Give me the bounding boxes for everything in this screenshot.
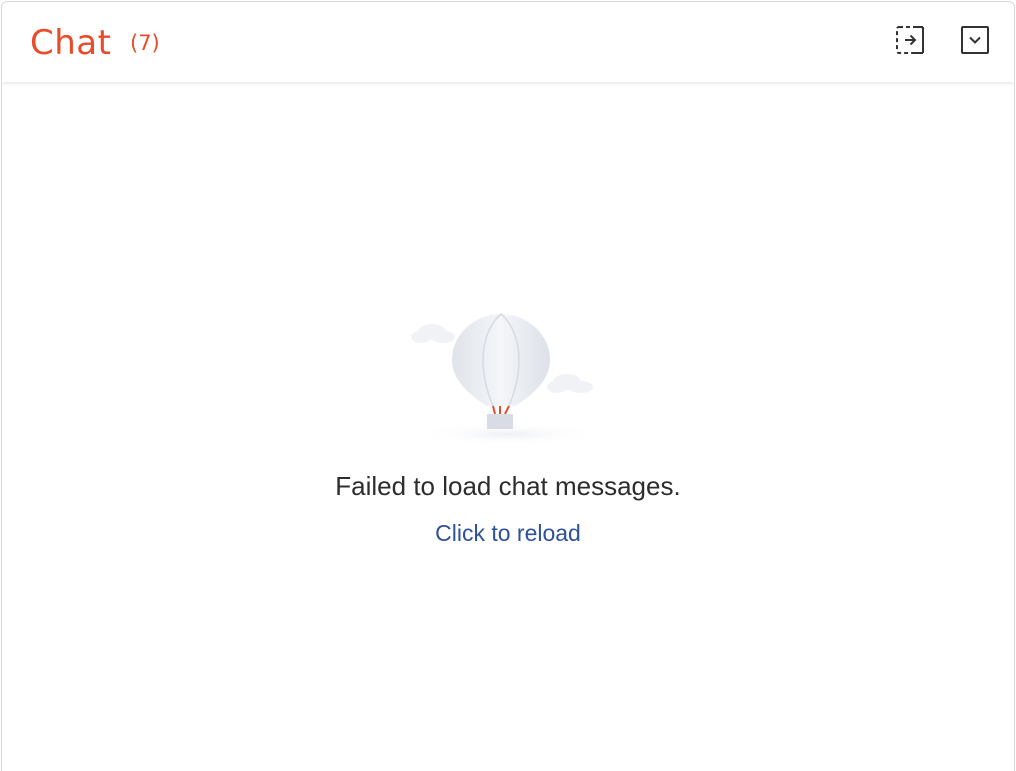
- chat-title: Chat: [30, 23, 112, 63]
- popout-icon: [896, 26, 924, 54]
- error-message: Failed to load chat messages.: [335, 471, 681, 501]
- chevron-down-icon: [961, 26, 989, 54]
- hot-air-balloon-icon: [407, 312, 607, 457]
- collapse-button[interactable]: [960, 25, 990, 55]
- reload-link[interactable]: Click to reload: [435, 520, 581, 546]
- chat-unread-count: (7): [130, 31, 160, 55]
- chat-header: Chat (7): [2, 2, 1014, 82]
- chat-body: Failed to load chat messages. Click to r…: [2, 82, 1014, 771]
- popout-button[interactable]: [895, 25, 925, 55]
- chat-panel: Chat (7) Failed to load chat messages. C…: [1, 1, 1015, 771]
